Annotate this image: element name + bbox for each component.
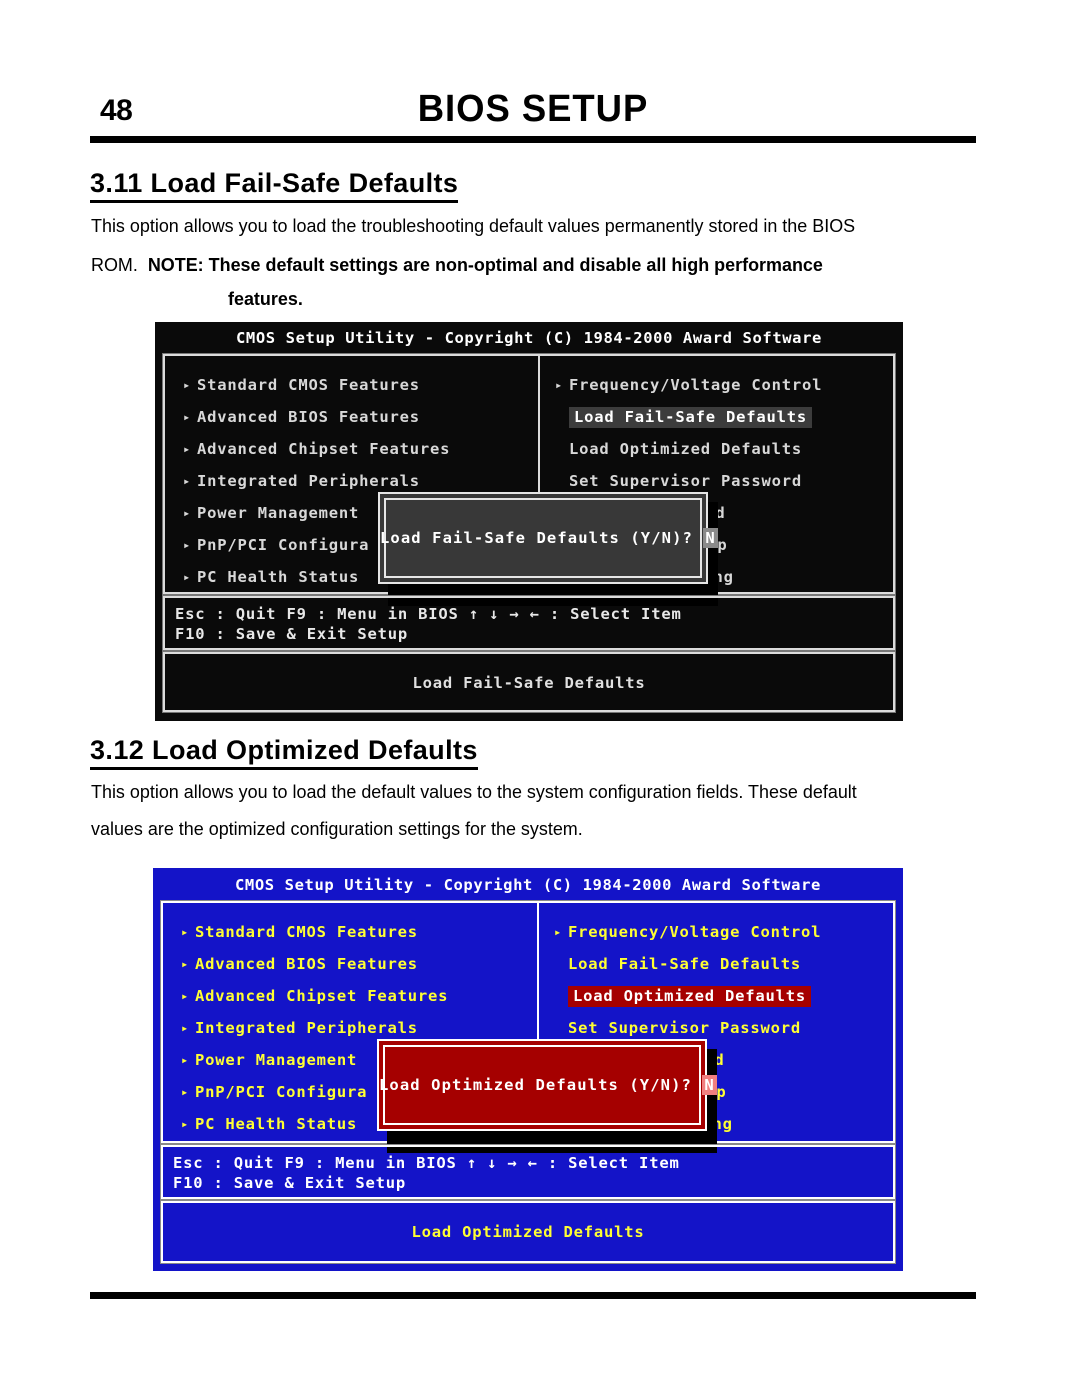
menu-label: Load Optimized Defaults — [569, 440, 803, 458]
menu-label: PnP/PCI Configura — [197, 536, 370, 554]
page-title: BIOS SETUP — [417, 88, 649, 130]
submenu-arrow-icon: ▸ — [183, 378, 192, 392]
bios-menu-item-set-supervisor-password[interactable]: Set Supervisor Password — [554, 1019, 801, 1037]
bios-status-text: Load Optimized Defaults — [411, 1223, 645, 1241]
menu-label: Integrated Peripherals — [195, 1019, 418, 1037]
section-3-11-paragraph-line-3: features. — [228, 288, 303, 309]
header-rule — [90, 136, 976, 143]
bios-menu-item-advanced-bios-features[interactable]: ▸ Advanced BIOS Features — [181, 955, 418, 973]
menu-label: Set Supervisor Password — [569, 472, 803, 490]
bios-menu-item-pnp-pci-configurations[interactable]: ▸ PnP/PCI Configura — [183, 536, 369, 554]
bios-menu-item-pc-health-status[interactable]: ▸ PC Health Status — [181, 1115, 357, 1133]
rom-prefix: ROM. — [91, 254, 148, 275]
menu-label: Integrated Peripherals — [197, 472, 420, 490]
menu-label: Frequency/Voltage Control — [569, 376, 823, 394]
menu-label: Advanced Chipset Features — [197, 440, 451, 458]
bios-help-line-2: F10 : Save & Exit Setup — [173, 1174, 407, 1192]
bios-menu-item-standard-cmos-features[interactable]: ▸ Standard CMOS Features — [181, 923, 418, 941]
menu-label: Load Optimized Defaults — [568, 986, 812, 1007]
footer-rule — [90, 1292, 976, 1299]
menu-label: Advanced BIOS Features — [197, 408, 420, 426]
section-heading-3-12: 3.12 Load Optimized Defaults — [90, 735, 478, 770]
dialog-prompt-label: Load Optimized Defaults (Y/N)? — [379, 1076, 692, 1094]
dialog-prompt-label: Load Fail-Safe Defaults (Y/N)? — [380, 529, 693, 547]
note-bold-text: NOTE: These default settings are non-opt… — [147, 254, 823, 275]
bios-title-bar: CMOS Setup Utility - Copyright (C) 1984-… — [236, 329, 822, 347]
section-3-11-paragraph-line-1: This option allows you to load the troub… — [91, 215, 856, 236]
bios-menu-item-frequency-voltage-control[interactable]: ▸ Frequency/Voltage Control — [555, 376, 822, 394]
submenu-arrow-icon: ▸ — [181, 1021, 190, 1035]
bios-menu-item-power-management[interactable]: ▸ Power Management — [183, 504, 359, 522]
load-optimized-confirm-dialog[interactable]: Load Optimized Defaults (Y/N)? N — [377, 1039, 717, 1131]
bios-menu-item-standard-cmos-features[interactable]: ▸ Standard CMOS Features — [183, 376, 420, 394]
dialog-answer-cursor[interactable]: N — [702, 1075, 717, 1095]
section-3-11-paragraph-line-2: ROM. NOTE: These default settings are no… — [91, 253, 823, 276]
submenu-arrow-icon: ▸ — [183, 570, 192, 584]
bios-menu-item-load-optimized-defaults[interactable]: Load Optimized Defaults — [554, 986, 812, 1007]
menu-label: Load Fail-Safe Defaults — [569, 407, 813, 428]
bios-menu-item-integrated-peripherals[interactable]: ▸ Integrated Peripherals — [183, 472, 420, 490]
submenu-arrow-icon: ▸ — [181, 957, 190, 971]
menu-label: Load Fail-Safe Defaults — [568, 955, 802, 973]
bios-screen-body: CMOS Setup Utility - Copyright (C) 1984-… — [153, 868, 903, 1271]
section-3-12-paragraph-line-2: values are the optimized configuration s… — [91, 818, 583, 839]
bios-menu-item-advanced-bios-features[interactable]: ▸ Advanced BIOS Features — [183, 408, 420, 426]
submenu-arrow-icon: ▸ — [181, 1117, 190, 1131]
submenu-arrow-icon: ▸ — [183, 410, 192, 424]
menu-label: Standard CMOS Features — [197, 376, 420, 394]
menu-label: PnP/PCI Configura — [195, 1083, 368, 1101]
bios-menu-item-load-optimized-defaults[interactable]: Load Optimized Defaults — [555, 440, 802, 458]
bios-menu-item-advanced-chipset-features[interactable]: ▸ Advanced Chipset Features — [181, 987, 448, 1005]
section-heading-3-11: 3.11 Load Fail-Safe Defaults — [90, 168, 459, 203]
bios-menu-item-power-management[interactable]: ▸ Power Management — [181, 1051, 357, 1069]
submenu-arrow-icon: ▸ — [183, 442, 192, 456]
section-3-12-paragraph-line-1: This option allows you to load the defau… — [91, 781, 857, 802]
load-fail-safe-confirm-dialog[interactable]: Load Fail-Safe Defaults (Y/N)? N — [378, 492, 718, 584]
bios-help-line-1: Esc : Quit F9 : Menu in BIOS ↑ ↓ → ← : S… — [175, 605, 682, 623]
submenu-arrow-icon: ▸ — [183, 538, 192, 552]
menu-label: PC Health Status — [197, 568, 360, 586]
bios-menu-item-pc-health-status[interactable]: ▸ PC Health Status — [183, 568, 359, 586]
bios-menu-item-load-fail-safe-defaults[interactable]: Load Fail-Safe Defaults — [554, 955, 801, 973]
bios-status-text: Load Fail-Safe Defaults — [412, 674, 646, 692]
menu-label: Power Management — [195, 1051, 358, 1069]
menu-label: Power Management — [197, 504, 360, 522]
menu-label: Advanced Chipset Features — [195, 987, 449, 1005]
menu-label: Frequency/Voltage Control — [568, 923, 822, 941]
dialog-prompt-text: Load Optimized Defaults (Y/N)? N — [379, 1075, 717, 1095]
bios-screen-fail-safe[interactable]: CMOS Setup Utility - Copyright (C) 1984-… — [155, 322, 903, 721]
page-header: 48 BIOS SETUP — [90, 88, 976, 140]
dialog-answer-cursor[interactable]: N — [703, 528, 718, 548]
bios-help-line-2: F10 : Save & Exit Setup — [175, 625, 409, 643]
menu-label: Set Supervisor Password — [568, 1019, 802, 1037]
bios-help-line-1: Esc : Quit F9 : Menu in BIOS ↑ ↓ → ← : S… — [173, 1154, 680, 1172]
bios-menu-item-set-supervisor-password[interactable]: Set Supervisor Password — [555, 472, 802, 490]
bios-menu-item-frequency-voltage-control[interactable]: ▸ Frequency/Voltage Control — [554, 923, 821, 941]
menu-label: Standard CMOS Features — [195, 923, 418, 941]
bios-screen-body: CMOS Setup Utility - Copyright (C) 1984-… — [155, 322, 903, 721]
bios-title-bar: CMOS Setup Utility - Copyright (C) 1984-… — [235, 876, 821, 894]
bios-menu-item-load-fail-safe-defaults[interactable]: Load Fail-Safe Defaults — [555, 407, 813, 428]
submenu-arrow-icon: ▸ — [181, 925, 190, 939]
dialog-prompt-text: Load Fail-Safe Defaults (Y/N)? N — [380, 528, 718, 548]
submenu-arrow-icon: ▸ — [181, 1085, 190, 1099]
submenu-arrow-icon: ▸ — [181, 989, 190, 1003]
bios-menu-item-advanced-chipset-features[interactable]: ▸ Advanced Chipset Features — [183, 440, 450, 458]
menu-label: Advanced BIOS Features — [195, 955, 418, 973]
submenu-arrow-icon: ▸ — [554, 925, 563, 939]
bios-screen-optimized[interactable]: CMOS Setup Utility - Copyright (C) 1984-… — [153, 868, 903, 1271]
bios-menu-item-pnp-pci-configurations[interactable]: ▸ PnP/PCI Configura — [181, 1083, 367, 1101]
bios-menu-item-integrated-peripherals[interactable]: ▸ Integrated Peripherals — [181, 1019, 418, 1037]
submenu-arrow-icon: ▸ — [555, 378, 564, 392]
submenu-arrow-icon: ▸ — [183, 506, 192, 520]
submenu-arrow-icon: ▸ — [183, 474, 192, 488]
menu-label: PC Health Status — [195, 1115, 358, 1133]
submenu-arrow-icon: ▸ — [181, 1053, 190, 1067]
